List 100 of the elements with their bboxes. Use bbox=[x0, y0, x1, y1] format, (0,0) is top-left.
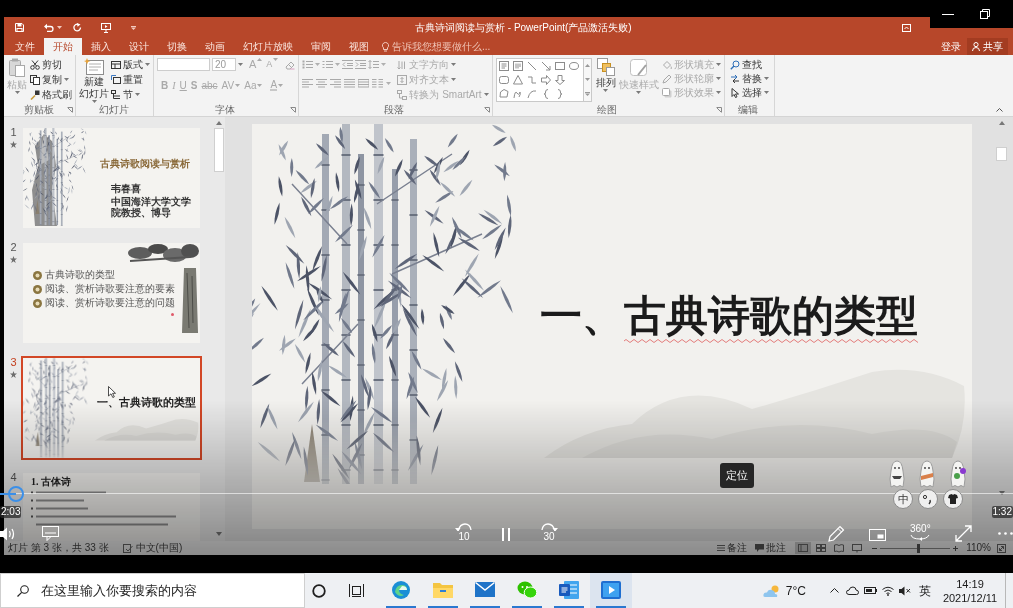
font-name-field[interactable] bbox=[157, 58, 210, 71]
volume-icon[interactable] bbox=[0, 526, 17, 542]
weather-temperature[interactable]: 7°C bbox=[785, 581, 806, 600]
dropdown-caret-icon[interactable] bbox=[91, 100, 97, 103]
framed-arrows-icon[interactable] bbox=[997, 543, 1006, 553]
skip-back-button[interactable]: 10 bbox=[455, 523, 473, 542]
decrease-indent-icon[interactable] bbox=[342, 60, 354, 69]
notes-button[interactable]: 备注 bbox=[717, 543, 748, 553]
pen-icon[interactable] bbox=[828, 525, 845, 542]
dialog-launcher-icon[interactable] bbox=[483, 106, 490, 113]
minus-icon[interactable] bbox=[872, 547, 878, 549]
oval-shape-icon[interactable] bbox=[567, 60, 580, 72]
replace-button[interactable]: 替换 bbox=[729, 72, 769, 85]
rounded-rectangle-shape-icon[interactable] bbox=[497, 74, 510, 86]
skip-forward-button[interactable]: 30 bbox=[540, 523, 558, 542]
dropdown-caret-icon[interactable] bbox=[386, 82, 392, 85]
dialog-launcher-icon[interactable] bbox=[67, 106, 73, 113]
line-shape-icon[interactable] bbox=[525, 60, 538, 72]
language-button[interactable]: 中文(中国) bbox=[122, 543, 183, 553]
copy-button[interactable]: 复制 bbox=[30, 73, 72, 86]
columns-icon[interactable] bbox=[372, 79, 384, 88]
more-icon[interactable] bbox=[998, 532, 1013, 535]
gallery-more-icon[interactable] bbox=[584, 91, 590, 96]
collapse-ribbon-icon[interactable] bbox=[996, 108, 1003, 112]
scroll-down-icon[interactable] bbox=[216, 532, 222, 536]
cloud-icon[interactable] bbox=[846, 586, 859, 595]
dropdown-caret-icon[interactable] bbox=[238, 63, 243, 66]
picture-in-picture-icon[interactable] bbox=[869, 529, 886, 541]
shirt-icon[interactable] bbox=[943, 489, 963, 509]
scroll-thumb[interactable] bbox=[214, 128, 224, 172]
minimize-icon[interactable] bbox=[942, 13, 954, 15]
dropdown-caret-icon[interactable] bbox=[763, 77, 769, 80]
ribbon-tab[interactable]: 视图 bbox=[340, 38, 378, 55]
section-button[interactable]: 节 bbox=[111, 88, 150, 101]
subtitles-icon[interactable] bbox=[42, 526, 59, 541]
redo-icon[interactable] bbox=[73, 23, 82, 32]
font-size-field[interactable]: 20 bbox=[212, 58, 236, 71]
numbered-list-icon[interactable] bbox=[322, 60, 334, 69]
slide-thumbnail[interactable]: 古典诗歌的类型 阅读、赏析诗歌要注意的要素 阅读、赏析诗歌要注意的问题 bbox=[21, 241, 202, 345]
zoom-level-button[interactable]: 110% bbox=[966, 543, 991, 553]
increase-indent-icon[interactable] bbox=[355, 60, 367, 69]
dropdown-caret-icon[interactable] bbox=[135, 93, 140, 96]
dialog-launcher-icon[interactable] bbox=[290, 106, 297, 113]
dropdown-caret-icon[interactable] bbox=[315, 63, 321, 66]
freeform-shape-icon[interactable] bbox=[497, 88, 510, 100]
share-button[interactable]: 共享 bbox=[967, 38, 1008, 55]
eraser-icon[interactable] bbox=[285, 59, 296, 70]
ribbon-tab[interactable]: 动画 bbox=[196, 38, 234, 55]
speaker-muted-icon[interactable] bbox=[899, 585, 911, 596]
arrange-button[interactable]: 排列 bbox=[595, 58, 616, 92]
align-center-icon[interactable] bbox=[316, 79, 328, 88]
undo-icon[interactable] bbox=[44, 23, 54, 32]
dropdown-caret-icon[interactable] bbox=[335, 63, 341, 66]
dropdown-caret-icon[interactable] bbox=[763, 91, 769, 94]
slideshow-icon[interactable] bbox=[101, 22, 111, 33]
reset-button[interactable]: 重置 bbox=[111, 73, 150, 86]
ribbon-display-options-icon[interactable] bbox=[902, 23, 911, 32]
bullet-list-icon[interactable] bbox=[302, 60, 314, 69]
input-language-button[interactable]: 英 bbox=[919, 581, 931, 600]
vertical-text-box-shape-icon[interactable] bbox=[511, 60, 524, 72]
slide-thumbnail[interactable]: 古典诗歌阅读与赏析 韦春喜 中国海洋大学文学院教授、博导 bbox=[21, 126, 202, 230]
gallery-down-icon[interactable] bbox=[584, 78, 590, 81]
dialog-launcher-icon[interactable] bbox=[715, 106, 722, 113]
cut-button[interactable]: 剪切 bbox=[30, 58, 72, 71]
circle-icon[interactable] bbox=[312, 583, 326, 598]
plus-icon[interactable] bbox=[953, 545, 959, 551]
ribbon-tab[interactable]: 设计 bbox=[120, 38, 158, 55]
scroll-thumb[interactable] bbox=[996, 147, 1007, 161]
align-left-icon[interactable] bbox=[302, 79, 314, 88]
elbow-connector-shape-icon[interactable] bbox=[525, 74, 538, 86]
dropdown-caret-icon[interactable] bbox=[57, 26, 62, 29]
punctuation-icon[interactable] bbox=[918, 489, 938, 509]
restore-icon[interactable] bbox=[980, 9, 990, 19]
ghost-sticker-icon[interactable] bbox=[948, 459, 968, 489]
gallery-up-icon[interactable] bbox=[584, 64, 590, 68]
split-pane-icon[interactable] bbox=[795, 542, 812, 554]
slide-thumbnail[interactable]: 一、古典诗歌的类型 bbox=[21, 356, 202, 460]
taskbar-app-button[interactable] bbox=[590, 573, 632, 608]
comments-button[interactable]: 批注 bbox=[755, 543, 787, 553]
find-button[interactable]: 查找 bbox=[729, 58, 769, 71]
arc-shape-icon[interactable] bbox=[525, 88, 538, 100]
ribbon-tab[interactable]: 插入 bbox=[82, 38, 120, 55]
down-arrow-shape-icon[interactable] bbox=[553, 74, 566, 86]
justify-icon[interactable] bbox=[344, 79, 356, 88]
ribbon-tab[interactable]: 幻灯片放映 bbox=[234, 38, 302, 55]
vr-360-button[interactable]: 360° bbox=[910, 523, 931, 541]
customize-menu-icon[interactable] bbox=[131, 25, 136, 30]
search-field[interactable]: 在这里输入你要搜索的内容 bbox=[0, 573, 305, 608]
line-spacing-icon[interactable] bbox=[368, 60, 380, 69]
ribbon-tab[interactable]: 开始 bbox=[44, 38, 82, 55]
scroll-up-icon[interactable] bbox=[216, 121, 222, 125]
ribbon-tab[interactable]: 审阅 bbox=[302, 38, 340, 55]
dropdown-caret-icon[interactable] bbox=[381, 63, 387, 66]
chevron-up-icon[interactable] bbox=[830, 588, 839, 593]
save-icon[interactable] bbox=[15, 23, 24, 32]
format-painter-button[interactable]: 格式刷 bbox=[30, 88, 72, 101]
arrow-line-shape-icon[interactable] bbox=[539, 60, 552, 72]
distributed-icon[interactable] bbox=[358, 79, 370, 88]
pause-icon[interactable] bbox=[502, 528, 510, 541]
dropdown-caret-icon[interactable] bbox=[145, 63, 150, 66]
